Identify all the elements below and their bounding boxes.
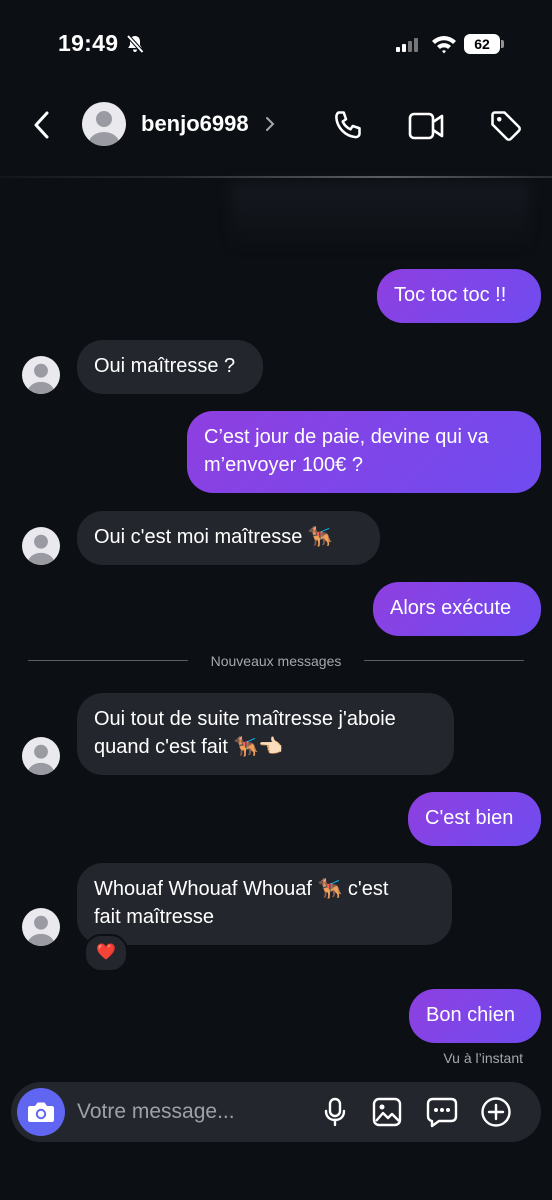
tag-icon[interactable] <box>488 108 524 144</box>
bell-slash-icon <box>126 34 144 54</box>
sticker-icon[interactable] <box>425 1096 459 1128</box>
message-input[interactable] <box>77 1097 307 1127</box>
message-composer <box>11 1082 541 1142</box>
message-outgoing[interactable]: C’est jour de paie, devine qui va m’envo… <box>187 411 541 493</box>
camera-button[interactable] <box>17 1088 65 1136</box>
message-incoming[interactable]: Oui tout de suite maîtresse j'aboie quan… <box>77 693 454 775</box>
chevron-right-icon[interactable] <box>264 116 276 132</box>
message-incoming[interactable]: Whouaf Whouaf Whouaf 🐕‍🦺 c'est fait maît… <box>77 863 452 945</box>
avatar[interactable] <box>22 908 60 946</box>
message-outgoing[interactable]: Toc toc toc !! <box>377 269 541 323</box>
message-outgoing[interactable]: C'est bien <box>408 792 541 846</box>
battery-icon: 62 <box>464 34 500 54</box>
default-avatar-icon <box>28 363 54 394</box>
avatar[interactable] <box>22 527 60 565</box>
default-avatar-icon <box>28 744 54 775</box>
chat-header: benjo6998 <box>0 90 552 178</box>
new-messages-divider: Nouveaux messages <box>210 653 342 669</box>
battery-tip <box>501 40 504 48</box>
header-divider <box>0 176 552 178</box>
video-camera-icon[interactable] <box>407 110 445 142</box>
heart-reaction[interactable]: ❤️ <box>84 934 128 972</box>
status-time: 19:49 <box>58 30 119 56</box>
contact-username[interactable]: benjo6998 <box>141 111 249 137</box>
back-arrow-icon[interactable] <box>30 110 54 140</box>
message-incoming[interactable]: Oui maîtresse ? <box>77 340 263 394</box>
microphone-icon[interactable] <box>319 1096 351 1128</box>
seen-status: Vu à l’instant <box>443 1050 523 1066</box>
message-incoming[interactable]: Oui c'est moi maîtresse 🐕‍🦺 <box>77 511 380 565</box>
image-icon[interactable] <box>371 1096 403 1128</box>
default-avatar-icon <box>28 534 54 565</box>
divider-line-right <box>364 660 524 661</box>
avatar[interactable] <box>22 737 60 775</box>
redacted-area <box>230 182 530 252</box>
message-outgoing[interactable]: Bon chien <box>409 989 541 1043</box>
message-outgoing[interactable]: Alors exécute <box>373 582 541 636</box>
wifi-icon <box>432 36 456 54</box>
signal-icon <box>396 36 424 52</box>
default-avatar-icon <box>28 915 54 946</box>
camera-icon <box>28 1102 54 1122</box>
avatar[interactable] <box>22 356 60 394</box>
avatar[interactable] <box>82 102 126 146</box>
plus-icon[interactable] <box>480 1096 512 1128</box>
phone-icon[interactable] <box>331 108 367 144</box>
default-avatar-icon <box>89 111 119 146</box>
status-bar: 19:49 62 <box>0 0 552 90</box>
